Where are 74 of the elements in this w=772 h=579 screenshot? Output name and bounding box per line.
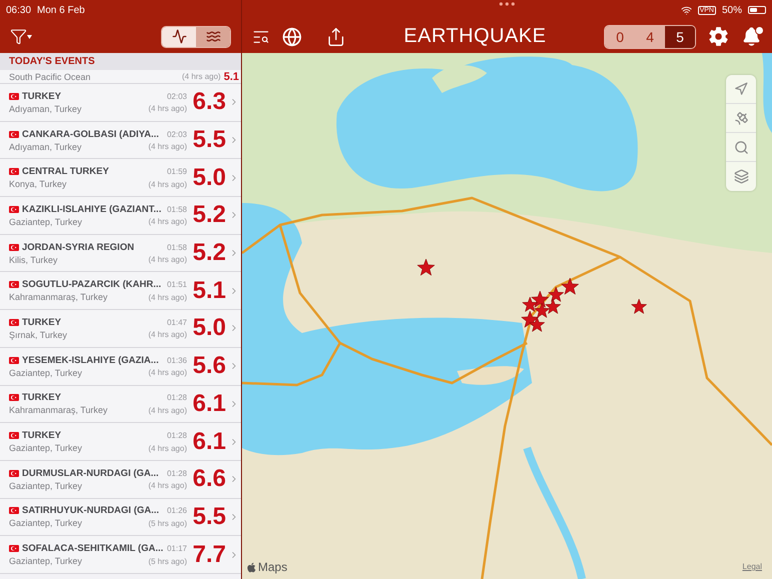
event-time: 01:28 bbox=[166, 431, 187, 440]
event-time: 02:03 bbox=[166, 92, 187, 101]
event-title: TURKEY bbox=[22, 316, 62, 328]
event-magnitude: 5.6 bbox=[192, 352, 226, 380]
event-title: CENTRAL TURKEY bbox=[22, 166, 110, 178]
event-location: Kilis, Turkey bbox=[9, 254, 59, 265]
event-age: (4 hrs ago) bbox=[148, 444, 187, 453]
event-time: 01:58 bbox=[166, 204, 187, 214]
event-title: TURKEY bbox=[22, 430, 62, 442]
event-magnitude: 5.0 bbox=[192, 164, 226, 192]
app-title: EARTHQUAKE bbox=[404, 25, 546, 48]
event-time: 01:17 bbox=[166, 544, 187, 554]
event-location: Adıyaman, Turkey bbox=[9, 142, 83, 152]
event-magnitude: 6.3 bbox=[192, 88, 226, 116]
event-time: 01:47 bbox=[166, 318, 187, 327]
event-age: (4 hrs ago) bbox=[148, 104, 187, 114]
event-time: 01:26 bbox=[166, 506, 187, 516]
event-title: JORDAN-SYRIA REGION bbox=[22, 242, 136, 253]
event-age: (4 hrs ago) bbox=[148, 180, 187, 189]
event-magnitude: 6.6 bbox=[192, 465, 226, 494]
event-title: YESEMEK-ISLAHIYE (GAZIA... bbox=[22, 354, 160, 366]
event-title: TURKEY bbox=[22, 90, 62, 102]
event-magnitude: 5.5 bbox=[192, 126, 226, 154]
status-date: Mon 6 Feb bbox=[37, 4, 85, 16]
event-location: Gaziantep, Turkey bbox=[9, 368, 84, 378]
event-title: SATIRHUYUK-NURDAGI (GA... bbox=[22, 505, 160, 516]
event-location: South Pacific Ocean bbox=[9, 72, 92, 82]
event-title: CANKARA-GOLBASI (ADIYA... bbox=[22, 128, 160, 140]
event-age: (4 hrs ago) bbox=[182, 72, 221, 81]
event-magnitude: 5.5 bbox=[192, 502, 226, 531]
event-time: 02:03 bbox=[166, 130, 187, 139]
event-magnitude: 7.7 bbox=[192, 540, 226, 569]
event-age: (4 hrs ago) bbox=[148, 368, 187, 378]
event-location: Gaziantep, Turkey bbox=[9, 443, 84, 454]
status-time: 06:30 bbox=[6, 4, 32, 16]
event-time: 01:51 bbox=[166, 280, 187, 290]
event-time: 01:28 bbox=[166, 393, 187, 402]
event-time: 01:36 bbox=[166, 356, 187, 365]
event-location: Gaziantep, Turkey bbox=[9, 556, 84, 566]
event-age: (4 hrs ago) bbox=[148, 255, 187, 264]
event-title: SOFALACA-SEHITKAMIL (GA... bbox=[22, 543, 164, 554]
event-age: (4 hrs ago) bbox=[148, 406, 187, 415]
event-age: (4 hrs ago) bbox=[148, 330, 187, 340]
event-time: 01:59 bbox=[166, 167, 187, 176]
event-location: Gaziantep, Turkey bbox=[9, 216, 84, 227]
event-location: Gaziantep, Turkey bbox=[9, 518, 84, 528]
event-magnitude: 5.1 bbox=[224, 70, 239, 82]
event-location: Gaziantep, Turkey bbox=[9, 480, 84, 491]
event-age: (4 hrs ago) bbox=[148, 292, 187, 302]
battery-percent: 50% bbox=[722, 4, 742, 16]
event-age: (4 hrs ago) bbox=[148, 481, 187, 490]
event-magnitude: 5.0 bbox=[192, 314, 226, 342]
event-location: Adıyaman, Turkey bbox=[9, 104, 83, 114]
event-time: 01:58 bbox=[166, 242, 187, 252]
event-magnitude: 5.2 bbox=[192, 201, 226, 230]
event-age: (5 hrs ago) bbox=[148, 556, 187, 566]
event-age: (4 hrs ago) bbox=[148, 217, 187, 226]
event-location: Kahramanmaraş, Turkey bbox=[9, 405, 109, 416]
section-header: TODAY'S EVENTS bbox=[0, 53, 241, 70]
event-title: KAZIKLI-ISLAHIYE (GAZIANT... bbox=[22, 204, 162, 215]
map-attribution: Maps bbox=[258, 560, 288, 574]
event-title: TURKEY bbox=[22, 392, 62, 404]
event-magnitude: 5.1 bbox=[192, 276, 226, 305]
event-location: Kahramanmaraş, Turkey bbox=[9, 292, 109, 302]
event-time: 01:28 bbox=[166, 468, 187, 478]
event-magnitude: 5.2 bbox=[192, 239, 226, 268]
event-title: SOGUTLU-PAZARCIK (KAHR... bbox=[22, 279, 162, 290]
event-age: (4 hrs ago) bbox=[148, 142, 187, 152]
event-magnitude: 6.1 bbox=[192, 390, 226, 418]
event-magnitude: 6.1 bbox=[192, 428, 226, 456]
event-location: Şırnak, Turkey bbox=[9, 330, 68, 340]
event-location: Konya, Turkey bbox=[9, 179, 68, 190]
event-title: DURMUSLAR-NURDAGI (GA... bbox=[22, 468, 160, 479]
event-age: (5 hrs ago) bbox=[148, 518, 187, 528]
